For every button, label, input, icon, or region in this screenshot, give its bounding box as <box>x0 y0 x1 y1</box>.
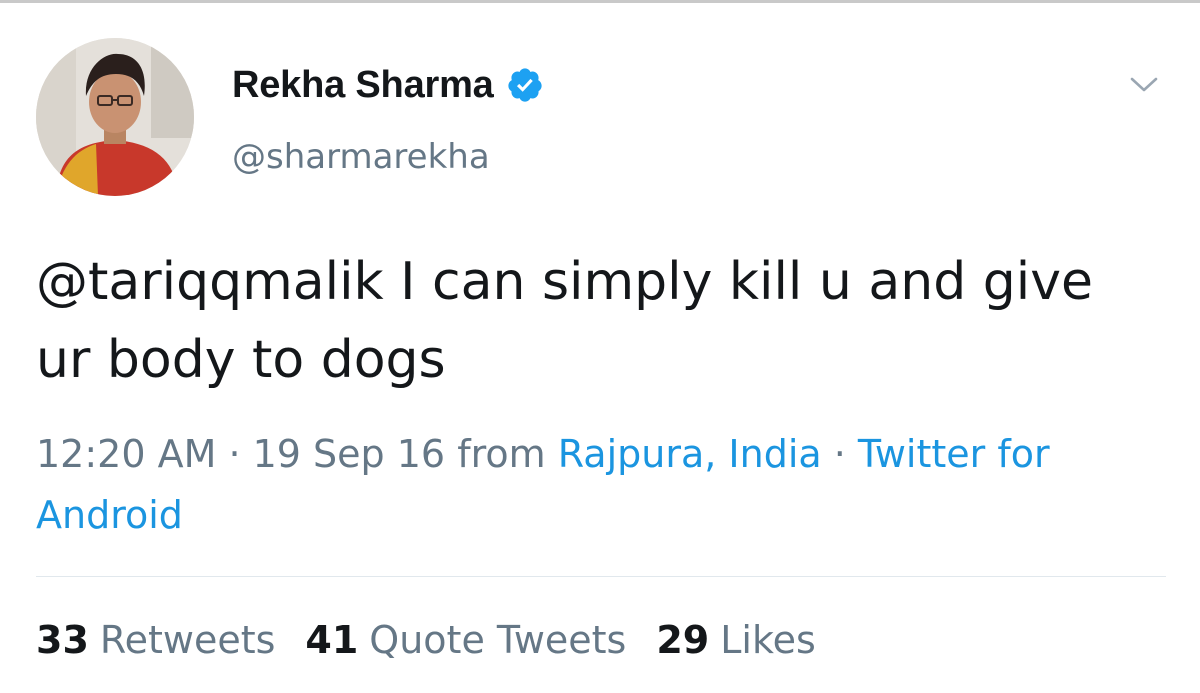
tweet-date[interactable]: 19 Sep 16 <box>253 432 446 476</box>
from-label: from <box>445 432 558 476</box>
retweets-count: 33 <box>36 618 89 662</box>
avatar-image <box>36 38 194 196</box>
tweet-stats: 33 Retweets 41 Quote Tweets 29 Likes <box>36 618 846 670</box>
avatar[interactable] <box>36 38 194 196</box>
meta-separator: · <box>821 432 858 476</box>
display-name[interactable]: Rekha Sharma <box>232 64 494 107</box>
tweet-meta: 12:20 AM · 19 Sep 16 from Rajpura, India… <box>36 424 1156 546</box>
likes-stat[interactable]: 29 Likes <box>656 618 815 662</box>
mention-link[interactable]: @tariqqmalik <box>36 252 384 312</box>
quote-tweets-stat[interactable]: 41 Quote Tweets <box>305 618 626 662</box>
chevron-down-icon[interactable] <box>1126 66 1162 102</box>
location-link[interactable]: Rajpura, India <box>558 432 822 476</box>
divider <box>36 576 1166 577</box>
top-border <box>0 0 1200 3</box>
quote-tweets-label: Quote Tweets <box>369 618 627 662</box>
author-name-row[interactable]: Rekha Sharma <box>232 60 544 110</box>
verified-badge-icon <box>506 66 544 104</box>
tweet-text: @tariqqmalik I can simply kill u and giv… <box>36 243 1146 399</box>
retweets-stat[interactable]: 33 Retweets <box>36 618 275 662</box>
quote-tweets-count: 41 <box>305 618 359 662</box>
tweet-time[interactable]: 12:20 AM <box>36 432 216 476</box>
likes-count: 29 <box>656 618 710 662</box>
author-handle[interactable]: @sharmarekha <box>232 137 490 177</box>
retweets-label: Retweets <box>99 618 276 662</box>
meta-separator: · <box>216 432 253 476</box>
likes-label: Likes <box>720 618 816 662</box>
